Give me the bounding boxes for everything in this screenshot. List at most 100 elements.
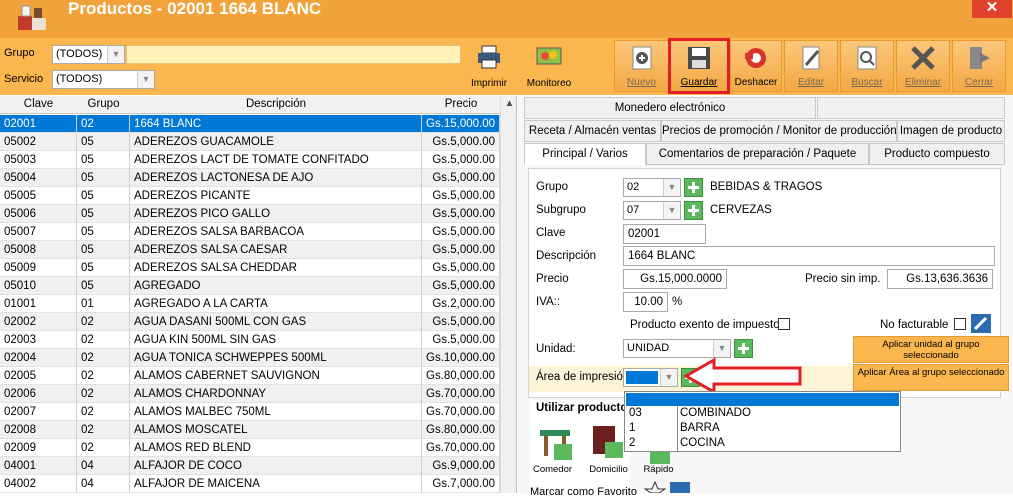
table-row[interactable]: 05004 05 ADEREZOS LACTONESA DE AJO Gs.5,000… — [0, 169, 500, 187]
chevron-down-icon[interactable]: ▼ — [137, 71, 154, 88]
table-row[interactable]: 05002 05 ADEREZOS GUACAMOLE Gs.5,000.00 — [0, 133, 500, 151]
table-row[interactable]: 02001 02 1664 BLANC Gs.15,000.00 — [0, 115, 500, 133]
monitoreo-button[interactable]: Monitoreo — [522, 40, 576, 92]
tab-receta[interactable]: Receta / Almacén ventas — [524, 120, 661, 142]
column-header-precio[interactable]: Precio — [422, 98, 500, 110]
table-row[interactable]: 04002 04 ALFAJOR DE MAICENA Gs.7,000.00 — [0, 475, 500, 493]
column-header-grupo[interactable]: Grupo — [77, 98, 130, 110]
tab-imagen-producto[interactable]: Imagen de producto — [897, 120, 1005, 142]
comedor-label: Comedor — [532, 464, 573, 475]
tab-monedero[interactable]: Monedero electrónico — [524, 97, 816, 119]
table-row[interactable]: 01001 01 AGREGADO A LA CARTA Gs.2,000.00 — [0, 295, 500, 313]
rapido-label: Rápido — [643, 464, 674, 475]
table-row[interactable]: 02008 02 ALAMOS MOSCATEL Gs.80,000.00 — [0, 421, 500, 439]
grupo-filter-select[interactable]: (TODOS) ▼ — [52, 45, 125, 64]
buscar-label: Buscar — [851, 77, 883, 88]
table-cell: 02 — [77, 331, 130, 349]
tab-precios-promocion[interactable]: Precios de promoción / Monitor de produc… — [661, 120, 897, 142]
chevron-down-icon[interactable]: ▼ — [663, 202, 680, 219]
table-row[interactable]: 05009 05 ADEREZOS SALSA CHEDDAR Gs.5,000.00 — [0, 259, 500, 277]
precio-input[interactable]: Gs.15,000.0000 — [623, 269, 727, 289]
exento-checkbox[interactable] — [778, 318, 790, 330]
rapido-icon[interactable] — [646, 452, 676, 464]
table-row[interactable]: 05005 05 ADEREZOS PICANTE Gs.5,000.00 — [0, 187, 500, 205]
dropdown-item[interactable]: 2 COCINA — [627, 436, 899, 451]
close-window-button[interactable]: ✕ — [972, 0, 1012, 18]
table-row[interactable]: 02007 02 ALAMOS MALBEC 750ML Gs.70,000.00 — [0, 403, 500, 421]
dropdown-item[interactable]: 1 BARRA — [627, 421, 899, 436]
table-cell: ALFAJOR DE COCO — [130, 457, 422, 475]
column-header-clave[interactable]: Clave — [0, 98, 77, 110]
aplicar-unidad-button[interactable]: Aplicar unidad al grupo seleccionado — [853, 336, 1009, 363]
table-row[interactable]: 02002 02 AGUA DASANI 500ML CON GAS Gs.5,000… — [0, 313, 500, 331]
table-row[interactable]: 02003 02 AGUA KIN 500ML SIN GAS Gs.5,000.00 — [0, 331, 500, 349]
table-cell: 05 — [77, 241, 130, 259]
precio-sin-imp-input[interactable]: Gs.13,636.3636 — [887, 269, 993, 289]
eliminar-button[interactable]: Eliminar — [896, 40, 950, 92]
area-impresion-select[interactable]: ▼ — [623, 368, 678, 387]
subgrupo-select[interactable]: 07 ▼ — [623, 201, 681, 220]
domicilio-label: Domicilio — [589, 464, 628, 475]
chevron-up-icon[interactable]: ▲ — [501, 98, 516, 109]
tab-producto-compuesto[interactable]: Producto compuesto — [869, 143, 1005, 165]
table-cell: Gs.5,000.00 — [422, 331, 500, 349]
column-header-descripcion[interactable]: Descripción — [130, 98, 422, 110]
table-row[interactable]: 05010 05 AGREGADO Gs.5,000.00 — [0, 277, 500, 295]
precio-label: Precio — [536, 273, 569, 285]
table-row[interactable]: 05006 05 ADEREZOS PICO GALLO Gs.5,000.00 — [0, 205, 500, 223]
title-bar: Productos - 02001 1664 BLANC ✕ — [0, 0, 1013, 38]
chevron-down-icon[interactable]: ▼ — [660, 369, 677, 386]
table-row[interactable]: 05008 05 ADEREZOS SALSA CAESAR Gs.5,000.00 — [0, 241, 500, 259]
area-impresion-dropdown-list[interactable]: 03 COMBINADO 1 BARRA 2 COCINA — [624, 391, 901, 452]
table-cell: ADEREZOS LACT DE TOMATE CONFITADO — [130, 151, 422, 169]
table-cell: 02009 — [0, 439, 77, 457]
edit-pencil-icon[interactable] — [670, 482, 690, 493]
subgrupo-label: Subgrupo — [536, 204, 586, 216]
exit-door-icon — [970, 47, 990, 69]
tab-comentarios[interactable]: Comentarios de preparación / Paquete — [646, 143, 869, 165]
domicilio-icon[interactable] — [591, 424, 625, 462]
table-vertical-scrollbar[interactable]: ▲ — [500, 96, 516, 493]
table-row[interactable]: 02006 02 ALAMOS CHARDONNAY Gs.70,000.00 — [0, 385, 500, 403]
table-cell: Gs.5,000.00 — [422, 133, 500, 151]
table-row[interactable]: 05007 05 ADEREZOS SALSA BARBACOA Gs.5,000.0… — [0, 223, 500, 241]
table-row[interactable]: 02004 02 AGUA TONICA SCHWEPPES 500ML Gs.10,… — [0, 349, 500, 367]
table-cell: ALAMOS MOSCATEL — [130, 421, 422, 439]
deshacer-button[interactable]: Deshacer — [730, 40, 782, 92]
dropdown-item[interactable]: 03 COMBINADO — [627, 406, 899, 421]
descripcion-input[interactable]: 1664 BLANC — [623, 246, 995, 266]
star-icon[interactable] — [644, 481, 666, 493]
table-row[interactable]: 04001 04 ALFAJOR DE COCO Gs.9,000.00 — [0, 457, 500, 475]
table-cell: Gs.5,000.00 — [422, 223, 500, 241]
edit-pencil-icon[interactable] — [971, 314, 991, 333]
cerrar-button[interactable]: Cerrar — [952, 40, 1006, 92]
servicio-filter-select[interactable]: (TODOS) ▼ — [52, 70, 155, 89]
comedor-icon[interactable] — [536, 424, 576, 462]
no-facturable-checkbox[interactable] — [954, 318, 966, 330]
annotation-arrow-icon — [682, 357, 802, 395]
clave-input[interactable]: 02001 — [623, 224, 706, 244]
imprimir-button[interactable]: Imprimir — [466, 40, 512, 92]
buscar-button[interactable]: Buscar — [840, 40, 894, 92]
table-row[interactable]: 02005 02 ALAMOS CABERNET SAUVIGNON Gs.80,00… — [0, 367, 500, 385]
table-cell: 02007 — [0, 403, 77, 421]
dropdown-item-name: COCINA — [680, 437, 725, 449]
add-subgrupo-icon[interactable] — [684, 201, 703, 220]
favorito-label: Marcar como Favorito — [530, 486, 637, 498]
tab-principal[interactable]: Principal / Varios — [524, 143, 646, 165]
add-grupo-icon[interactable] — [684, 178, 703, 197]
chevron-down-icon[interactable]: ▼ — [107, 46, 124, 63]
table-row[interactable]: 05003 05 ADEREZOS LACT DE TOMATE CONFITADO… — [0, 151, 500, 169]
grupo-search-input[interactable] — [126, 45, 461, 64]
dropdown-selected-item[interactable] — [626, 393, 899, 406]
aplicar-area-button[interactable]: Aplicar Área al grupo seleccionado — [853, 364, 1009, 391]
nuevo-button[interactable]: Nuevo — [614, 40, 669, 92]
grupo-select[interactable]: 02 ▼ — [623, 178, 681, 197]
chevron-down-icon[interactable]: ▼ — [713, 340, 730, 357]
chevron-down-icon[interactable]: ▼ — [663, 179, 680, 196]
iva-input[interactable]: 10.00 — [623, 292, 668, 312]
table-cell: Gs.5,000.00 — [422, 241, 500, 259]
editar-button[interactable]: Editar — [784, 40, 838, 92]
table-cell: 05 — [77, 205, 130, 223]
table-row[interactable]: 02009 02 ALAMOS RED BLEND Gs.70,000.00 — [0, 439, 500, 457]
